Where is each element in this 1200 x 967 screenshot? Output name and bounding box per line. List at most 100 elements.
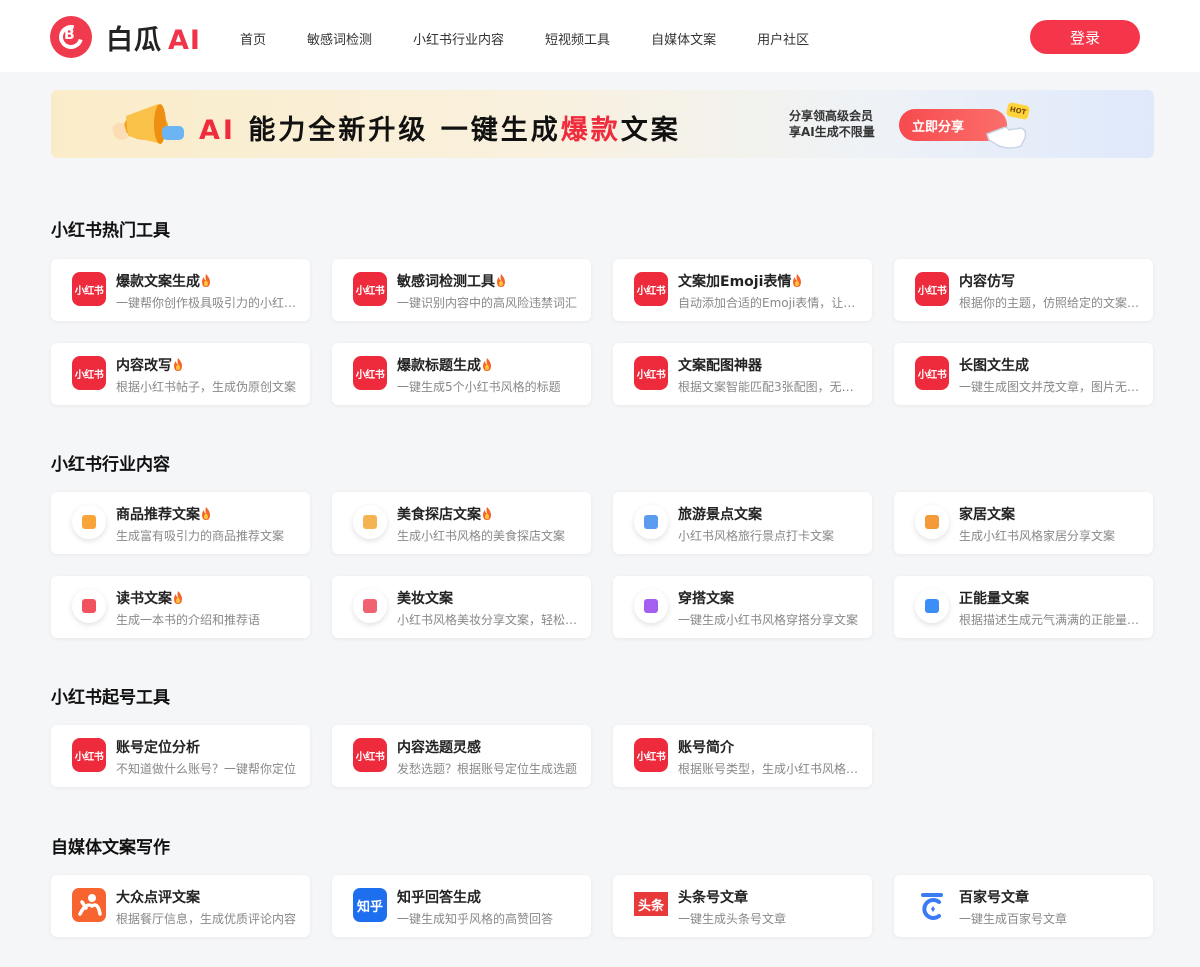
tool-card[interactable]: 小红书账号简介根据账号类型，生成小红书风格账号简介 (613, 725, 872, 787)
fire-icon (202, 507, 210, 520)
gift-icon (72, 505, 106, 539)
xiaohongshu-icon: 小红书 (72, 356, 106, 390)
tool-card[interactable]: 商品推荐文案生成富有吸引力的商品推荐文案 (51, 492, 310, 554)
tool-card[interactable]: 小红书文案加Emoji表情自动添加合适的Emoji表情，让帖子更生动 (613, 259, 872, 321)
card-title: 商品推荐文案 (116, 504, 211, 524)
card-title: 内容选题灵感 (397, 740, 481, 756)
card-description: 根据文案智能匹配3张配图，无需版权 (678, 380, 862, 394)
card-title: 内容仿写 (959, 274, 1015, 290)
card-title: 文案加Emoji表情 (678, 271, 802, 291)
card-description: 生成小红书风格的美食探店文案 (397, 529, 566, 543)
card-description: 根据你的主题，仿照给定的文案进行创作 (959, 296, 1143, 310)
tool-card[interactable]: 知乎 知乎回答生成一键生成知乎风格的高赞回答 (332, 875, 591, 937)
tool-card[interactable]: 穿搭文案一键生成小红书风格穿搭分享文案 (613, 576, 872, 638)
tool-card[interactable]: 大众点评文案根据餐厅信息，生成优质评论内容 (51, 875, 310, 937)
food-icon (353, 505, 387, 539)
xiaohongshu-icon: 小红书 (353, 272, 387, 306)
section-title-self-media-writing: 自媒体文案写作 (51, 838, 170, 858)
xiaohongshu-icon: 小红书 (72, 272, 106, 306)
xiaohongshu-icon: 小红书 (634, 356, 668, 390)
section-title-xhs-industry: 小红书行业内容 (51, 455, 170, 475)
nav-item-short-video[interactable]: 短视频工具 (545, 29, 610, 48)
card-description: 生成富有吸引力的商品推荐文案 (116, 529, 285, 543)
login-button[interactable]: 登录 (1030, 20, 1140, 54)
tool-card[interactable]: 美食探店文案生成小红书风格的美食探店文案 (332, 492, 591, 554)
card-description: 不知道做什么账号？一键帮你定位 (116, 762, 297, 776)
card-title: 百家号文章 (959, 890, 1029, 906)
nav-item-home[interactable]: 首页 (240, 29, 266, 48)
fire-icon (174, 358, 182, 371)
tool-card[interactable]: 小红书 文案配图神器根据文案智能匹配3张配图，无需版权 (613, 343, 872, 405)
card-description: 一键生成小红书风格穿搭分享文案 (678, 613, 859, 627)
book-icon (72, 589, 106, 623)
nav-item-community[interactable]: 用户社区 (757, 29, 809, 48)
card-title: 头条号文章 (678, 890, 748, 906)
toutiao-icon: 头条 (634, 892, 668, 916)
section-title-xhs-account-tools: 小红书起号工具 (51, 688, 170, 708)
card-description: 一键生成图文并茂文章，图片无需版权 (959, 380, 1143, 394)
xiaohongshu-icon: 小红书 (634, 738, 668, 772)
nav-item-sensitive-words[interactable]: 敏感词检测 (307, 29, 372, 48)
card-title: 知乎回答生成 (397, 890, 481, 906)
nav-item-self-media[interactable]: 自媒体文案 (651, 29, 716, 48)
card-description: 一键生成知乎风格的高赞回答 (397, 912, 554, 926)
card-title: 正能量文案 (959, 591, 1029, 607)
tool-card[interactable]: 头条 头条号文章 一键生成头条号文章 (613, 875, 872, 937)
tool-card[interactable]: 正能量文案 根据描述生成元气满满的正能量文案 (894, 576, 1153, 638)
card-description: 生成小红书风格家居分享文案 (959, 529, 1116, 543)
tool-card[interactable]: 家居文案 生成小红书风格家居分享文案 (894, 492, 1153, 554)
card-title: 爆款标题生成 (397, 355, 492, 375)
card-title: 旅游景点文案 (678, 507, 762, 523)
brand-logo[interactable]: B 白瓜 AI (50, 16, 201, 58)
tool-card[interactable]: 小红书 内容选题灵感 发愁选题？根据账号定位生成选题 (332, 725, 591, 787)
card-description: 生成一本书的介绍和推荐语 (116, 613, 261, 627)
tool-card[interactable]: 小红书 爆款文案生成 一键帮你创作极具吸引力的小红书文案 (51, 259, 310, 321)
fire-icon (793, 274, 802, 287)
card-title: 内容改写 (116, 355, 183, 375)
promo-banner[interactable]: AI 能力全新升级 一键生成爆款文案 分享领高级会员 享AI生成不限量 立即分享… (51, 90, 1154, 158)
pointing-hand-icon (986, 126, 1027, 149)
car-icon (634, 505, 668, 539)
tool-card[interactable]: 小红书 敏感词检测工具一键识别内容中的高风险违禁词汇 (332, 259, 591, 321)
dianping-icon (72, 888, 106, 922)
card-title: 大众点评文案 (116, 890, 200, 906)
card-title: 文案配图神器 (678, 358, 762, 374)
tool-card[interactable]: 小红书 账号定位分析 不知道做什么账号？一键帮你定位 (51, 725, 310, 787)
card-title: 读书文案 (116, 588, 183, 608)
tool-card[interactable]: 旅游景点文案 小红书风格旅行景点打卡文案 (613, 492, 872, 554)
card-title: 账号定位分析 (116, 740, 200, 756)
card-description: 一键生成5个小红书风格的标题 (397, 380, 561, 394)
fire-icon (202, 274, 210, 287)
tool-card[interactable]: 百家号文章 一键生成百家号文章 (894, 875, 1153, 937)
globe-icon (915, 589, 949, 623)
tool-card[interactable]: 小红书 内容改写根据小红书帖子，生成伪原创文案 (51, 343, 310, 405)
megaphone-icon (112, 104, 184, 144)
fire-icon (497, 274, 505, 287)
card-description: 一键识别内容中的高风险违禁词汇 (397, 296, 578, 310)
tool-card[interactable]: 小红书 爆款标题生成 一键生成5个小红书风格的标题 (332, 343, 591, 405)
card-title: 敏感词检测工具 (397, 271, 506, 291)
fire-icon (483, 507, 491, 520)
card-description: 根据餐厅信息，生成优质评论内容 (116, 912, 297, 926)
card-title: 穿搭文案 (678, 591, 734, 607)
card-title: 账号简介 (678, 740, 734, 756)
card-description: 一键帮你创作极具吸引力的小红书文案 (116, 296, 300, 310)
fire-icon (483, 358, 491, 371)
main-nav: 首页 敏感词检测 小红书行业内容 短视频工具 自媒体文案 用户社区 (240, 29, 850, 48)
xiaohongshu-icon: 小红书 (915, 356, 949, 390)
nav-item-xhs-industry[interactable]: 小红书行业内容 (413, 29, 504, 48)
zhihu-icon: 知乎 (353, 888, 387, 922)
baigua-logo-icon: B (50, 16, 92, 58)
section-title-xhs-hot-tools: 小红书热门工具 (51, 221, 170, 241)
xiaohongshu-icon: 小红书 (353, 738, 387, 772)
banner-headline: AI 能力全新升级 一键生成爆款文案 (199, 115, 681, 146)
tool-card[interactable]: 小红书 长图文生成 一键生成图文并茂文章，图片无需版权 (894, 343, 1153, 405)
box-icon (915, 505, 949, 539)
xiaohongshu-icon: 小红书 (915, 272, 949, 306)
xiaohongshu-icon: 小红书 (634, 272, 668, 306)
tool-card[interactable]: 美妆文案 小红书风格美妆分享文案，轻松种草 (332, 576, 591, 638)
tool-card[interactable]: 读书文案生成一本书的介绍和推荐语 (51, 576, 310, 638)
tool-card[interactable]: 小红书内容仿写根据你的主题，仿照给定的文案进行创作 (894, 259, 1153, 321)
card-title: 美食探店文案 (397, 504, 492, 524)
card-description: 根据小红书帖子，生成伪原创文案 (116, 380, 297, 394)
